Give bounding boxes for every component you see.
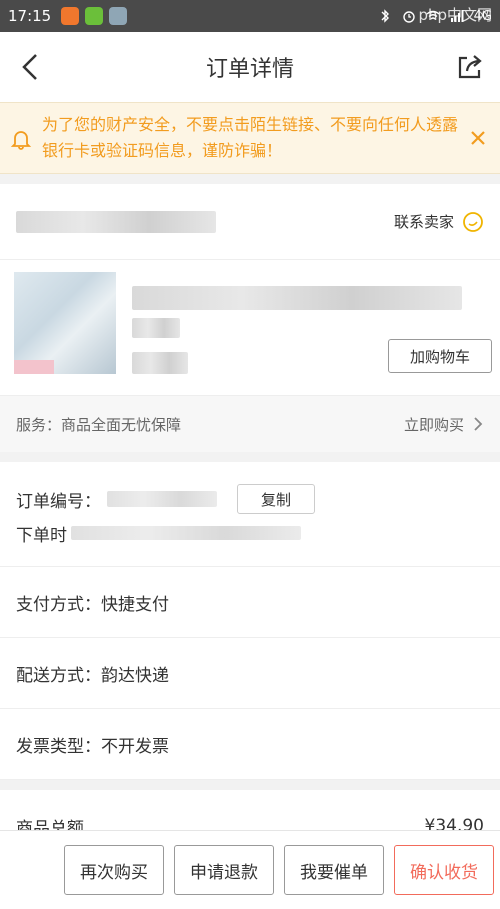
order-time-redacted xyxy=(71,526,301,540)
status-bar: 17:15 4G php中文网 xyxy=(0,0,500,32)
chevron-right-icon xyxy=(474,417,483,431)
seller-name-redacted xyxy=(16,210,216,233)
product-price-redacted xyxy=(132,352,188,374)
back-button[interactable] xyxy=(0,32,60,102)
order-number-row: 订单编号： 复制 xyxy=(16,482,484,516)
invoice-type-text: 发票类型：不开发票 xyxy=(16,736,169,757)
watermark-logo: php中文网 xyxy=(418,6,492,24)
urge-shipment-button[interactable]: 我要催单 xyxy=(284,845,384,895)
product-info: 加购物车 xyxy=(116,272,492,383)
bluetooth-icon xyxy=(381,9,389,23)
service-row: 服务：商品全面无忧保障 立即购买 xyxy=(0,396,500,452)
order-time-label: 下单时 xyxy=(16,525,67,546)
contact-seller-label: 联系卖家 xyxy=(393,213,454,231)
notification-app-icon xyxy=(85,7,104,25)
chevron-left-icon xyxy=(22,54,37,80)
buy-now-label: 立即购买 xyxy=(403,415,464,434)
order-time-row: 下单时 xyxy=(16,516,484,550)
alarm-icon xyxy=(402,11,415,23)
product-thumbnail[interactable] xyxy=(14,272,116,374)
add-to-cart-button[interactable]: 加购物车 xyxy=(388,339,492,373)
status-time: 17:15 xyxy=(8,7,52,25)
refund-button[interactable]: 申请退款 xyxy=(174,845,274,895)
delivery-method-row: 配送方式：韵达快递 xyxy=(0,638,500,709)
product-spec-redacted xyxy=(132,318,180,338)
payment-method-text: 支付方式：快捷支付 xyxy=(16,594,169,615)
payment-method-row: 支付方式：快捷支付 xyxy=(0,567,500,638)
confirm-receipt-button[interactable]: 确认收货 xyxy=(394,845,494,895)
delivery-method-text: 配送方式：韵达快递 xyxy=(16,665,169,686)
seller-row: 联系卖家 xyxy=(0,184,500,260)
notification-app-icon xyxy=(61,7,80,25)
app-header: 订单详情 xyxy=(0,32,500,102)
order-info: 订单编号： 复制 下单时 xyxy=(0,462,500,567)
security-notice: 为了您的财产安全，不要点击陌生链接、不要向任何人透露银行卡或验证码信息，谨防诈骗… xyxy=(0,102,500,174)
contact-seller-button[interactable]: 联系卖家 xyxy=(394,211,484,233)
bottom-action-bar: 再次购买 申请退款 我要催单 确认收货 xyxy=(0,830,500,909)
share-icon xyxy=(458,55,482,79)
page-title: 订单详情 xyxy=(205,57,294,82)
copy-button[interactable]: 复制 xyxy=(237,484,315,514)
order-item-card: 联系卖家 加购物车 服务：商品全面无忧保障 立即购买 xyxy=(0,184,500,452)
chat-icon xyxy=(463,211,483,232)
close-icon[interactable] xyxy=(466,126,490,150)
buy-now-link[interactable]: 立即购买 xyxy=(404,414,484,435)
bell-icon xyxy=(10,131,32,150)
product-row[interactable]: 加购物车 xyxy=(0,260,500,396)
service-guarantee-text: 服务：商品全面无忧保障 xyxy=(16,415,182,434)
order-number-label: 订单编号： xyxy=(16,491,101,512)
rebuy-button[interactable]: 再次购买 xyxy=(64,845,164,895)
notification-app-icon xyxy=(109,7,128,25)
share-button[interactable] xyxy=(440,32,500,102)
order-number-redacted xyxy=(107,491,217,507)
notice-text: 为了您的财产安全，不要点击陌生链接、不要向任何人透露银行卡或验证码信息，谨防诈骗… xyxy=(42,115,459,160)
product-title-redacted xyxy=(132,286,462,310)
invoice-type-row: 发票类型：不开发票 xyxy=(0,709,500,780)
